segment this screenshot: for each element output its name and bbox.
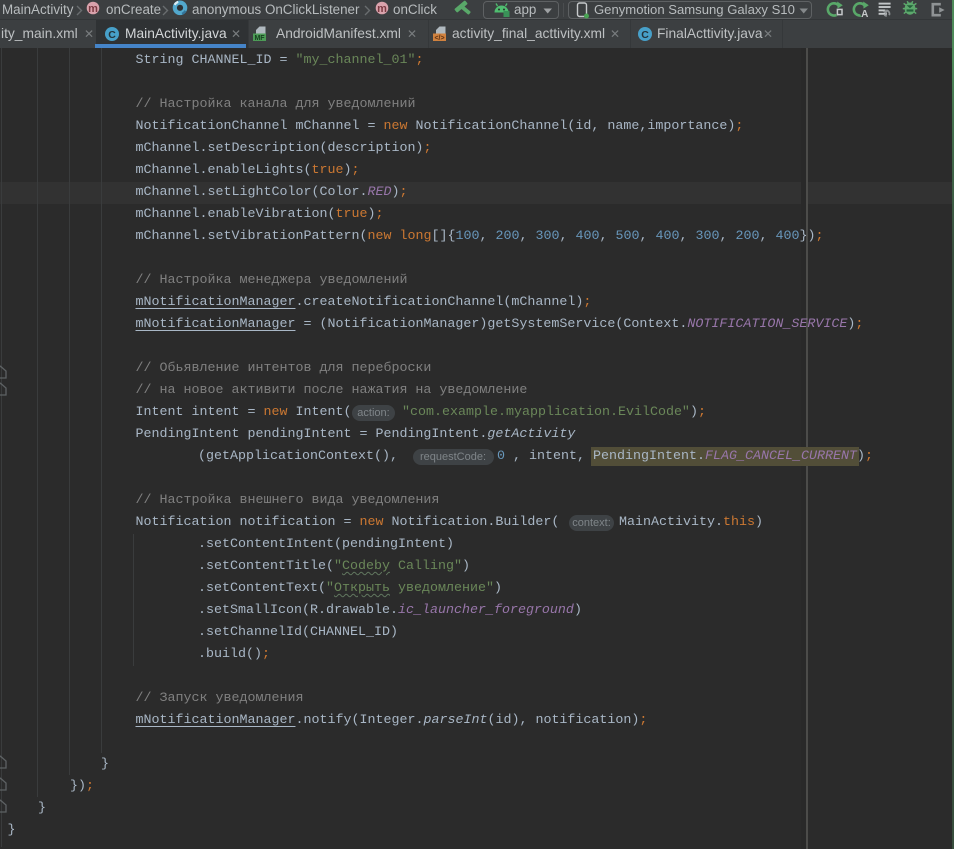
svg-text:m: m — [377, 3, 387, 15]
svg-text:C: C — [641, 29, 649, 41]
svg-text:</>: </> — [434, 35, 444, 42]
svg-text:MF: MF — [254, 35, 265, 42]
svg-text:C: C — [108, 29, 116, 41]
svg-text:m: m — [88, 3, 98, 15]
svg-text:A: A — [861, 9, 868, 19]
